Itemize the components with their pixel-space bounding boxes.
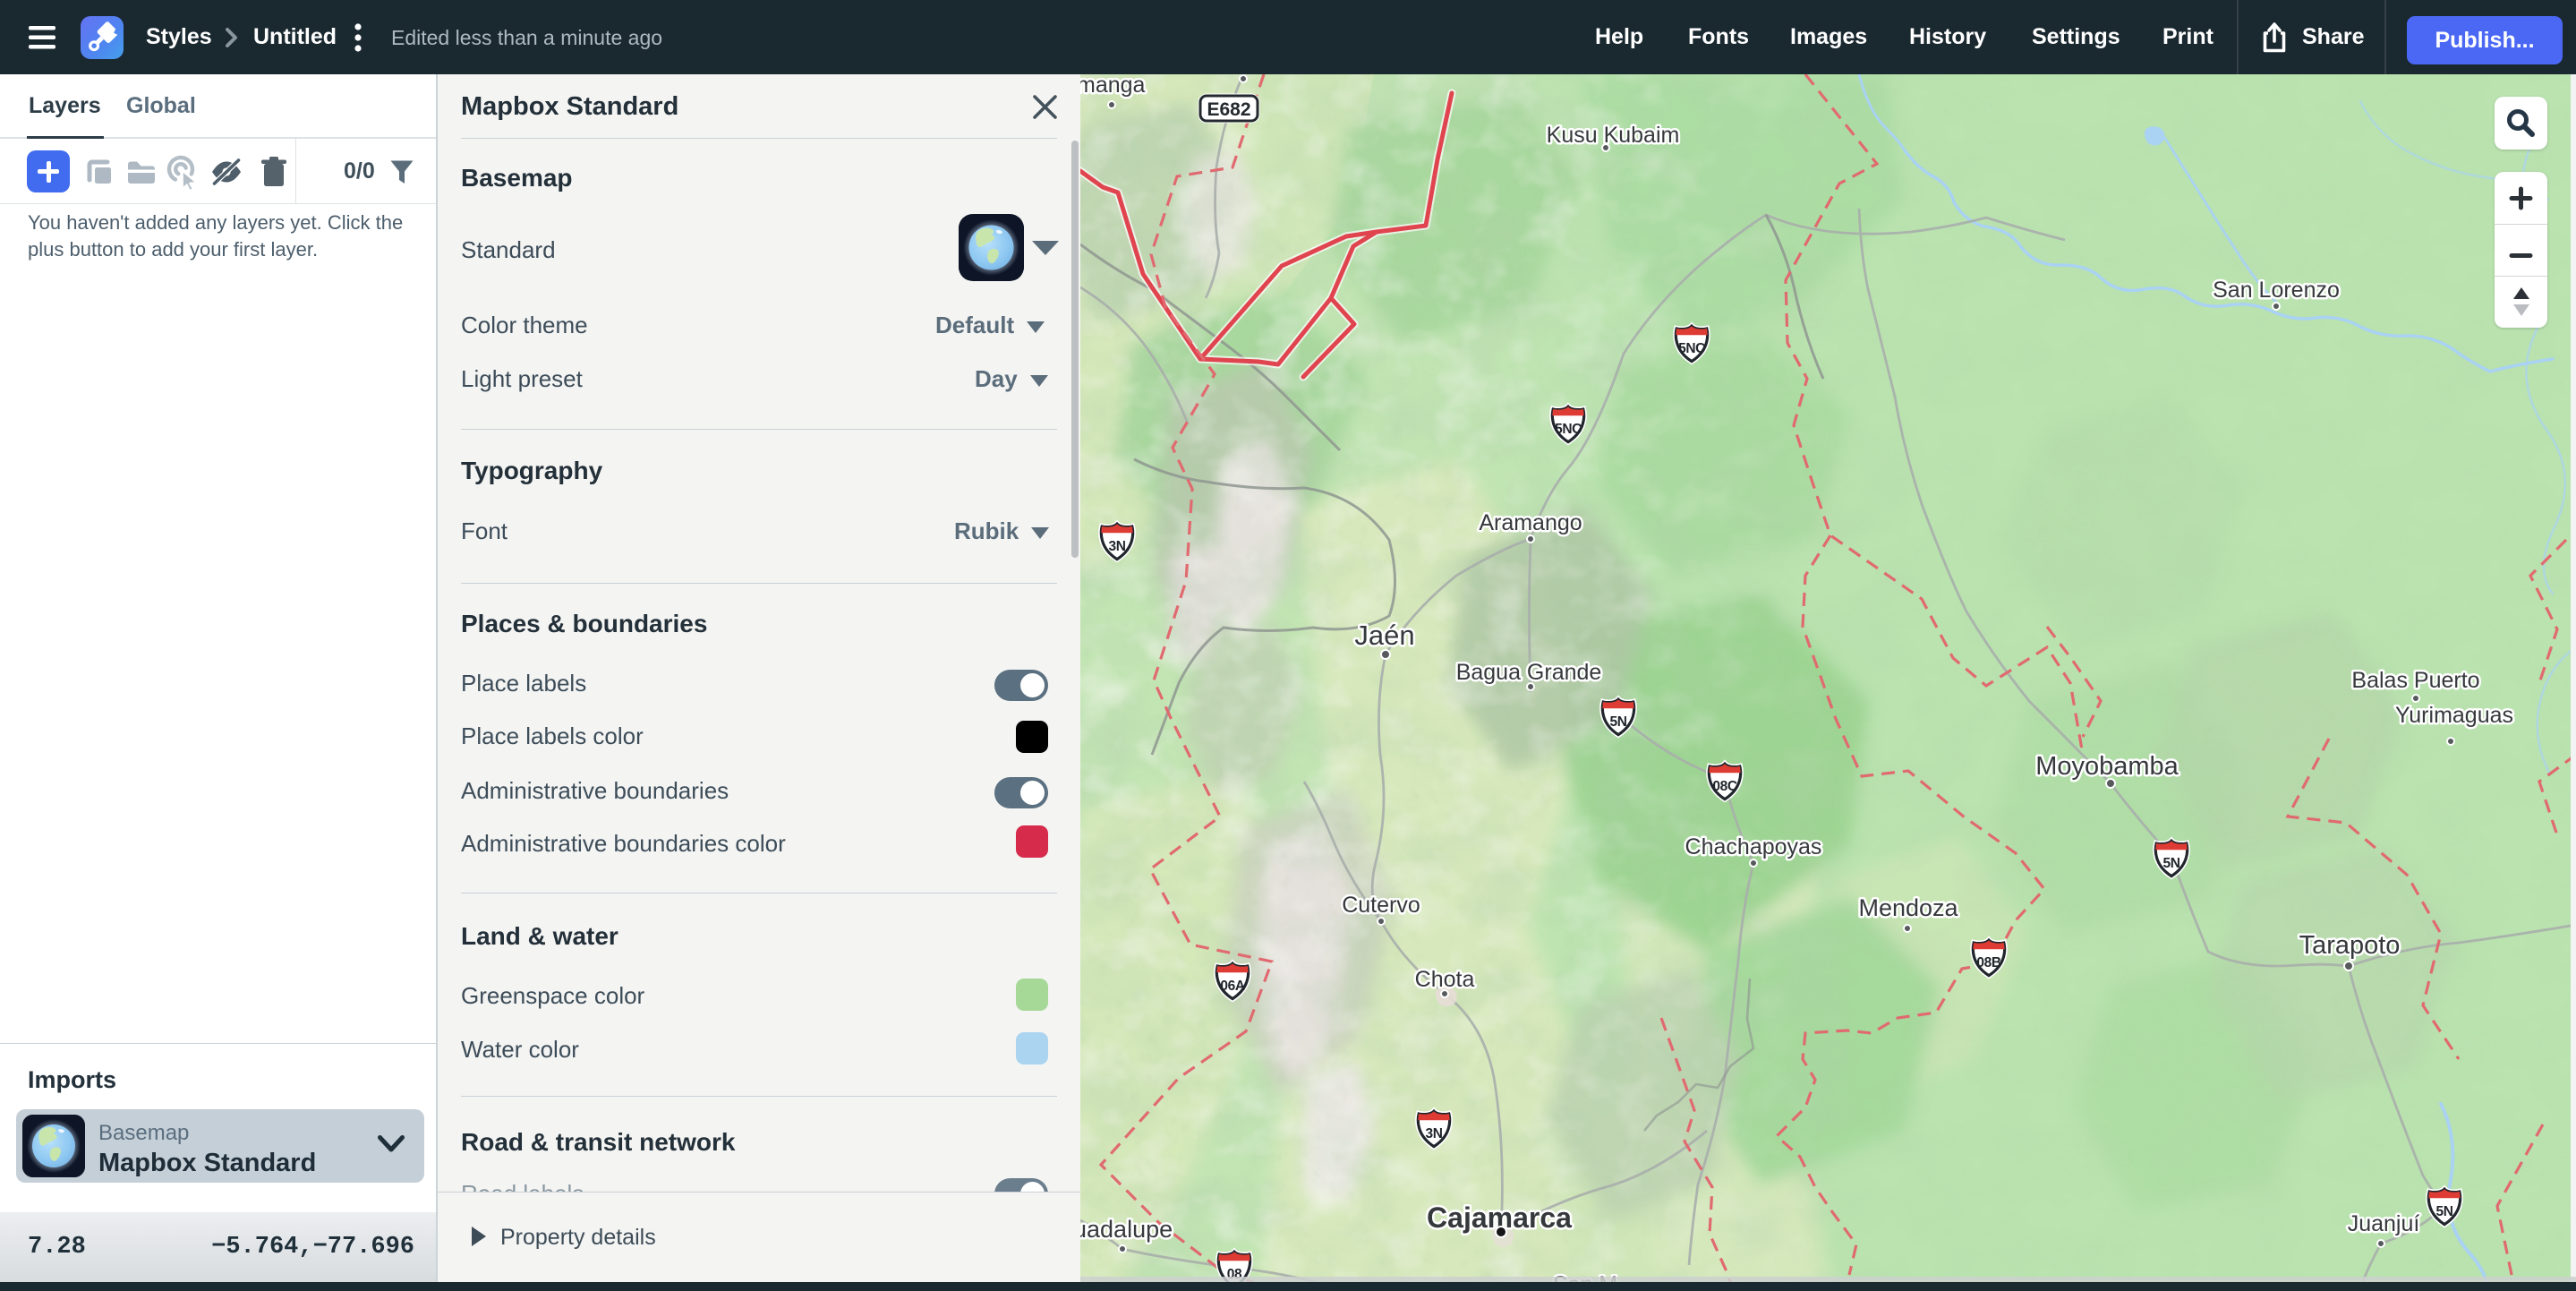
svg-text:Chachapoyas: Chachapoyas	[1685, 834, 1822, 859]
svg-text:uadalupe: uadalupe	[1080, 1216, 1173, 1243]
svg-text:08C: 08C	[1712, 779, 1736, 794]
svg-text:Chota: Chota	[1415, 967, 1475, 992]
svg-text:Balas Puerto: Balas Puerto	[2351, 668, 2479, 693]
svg-text:E682: E682	[1207, 99, 1250, 120]
svg-text:Yurimaguas: Yurimaguas	[2395, 703, 2513, 728]
svg-text:5N: 5N	[2162, 856, 2179, 871]
svg-text:Bagua Grande: Bagua Grande	[1456, 660, 1602, 685]
svg-text:5N: 5N	[2435, 1204, 2452, 1219]
svg-text:manga: manga	[1080, 74, 1146, 98]
svg-text:5N: 5N	[1609, 714, 1626, 730]
svg-text:Cutervo: Cutervo	[1342, 893, 1420, 918]
svg-text:Juanjuí: Juanjuí	[2348, 1211, 2420, 1236]
svg-text:Tarapoto: Tarapoto	[2299, 931, 2401, 960]
svg-text:5NC: 5NC	[1555, 422, 1582, 437]
svg-text:San Lorenzo: San Lorenzo	[2213, 278, 2340, 303]
svg-text:Kusu Kubaim: Kusu Kubaim	[1547, 123, 1680, 148]
svg-text:Jaén: Jaén	[1354, 620, 1414, 651]
svg-text:5NC: 5NC	[1678, 341, 1705, 356]
svg-text:3N: 3N	[1425, 1126, 1442, 1141]
svg-text:Mendoza: Mendoza	[1858, 894, 1958, 921]
svg-text:06A: 06A	[1220, 979, 1244, 994]
svg-text:Aramango: Aramango	[1479, 510, 1582, 535]
svg-text:08B: 08B	[1976, 955, 2000, 970]
svg-text:3N: 3N	[1108, 539, 1125, 554]
svg-text:Moyobamba: Moyobamba	[2035, 752, 2179, 781]
